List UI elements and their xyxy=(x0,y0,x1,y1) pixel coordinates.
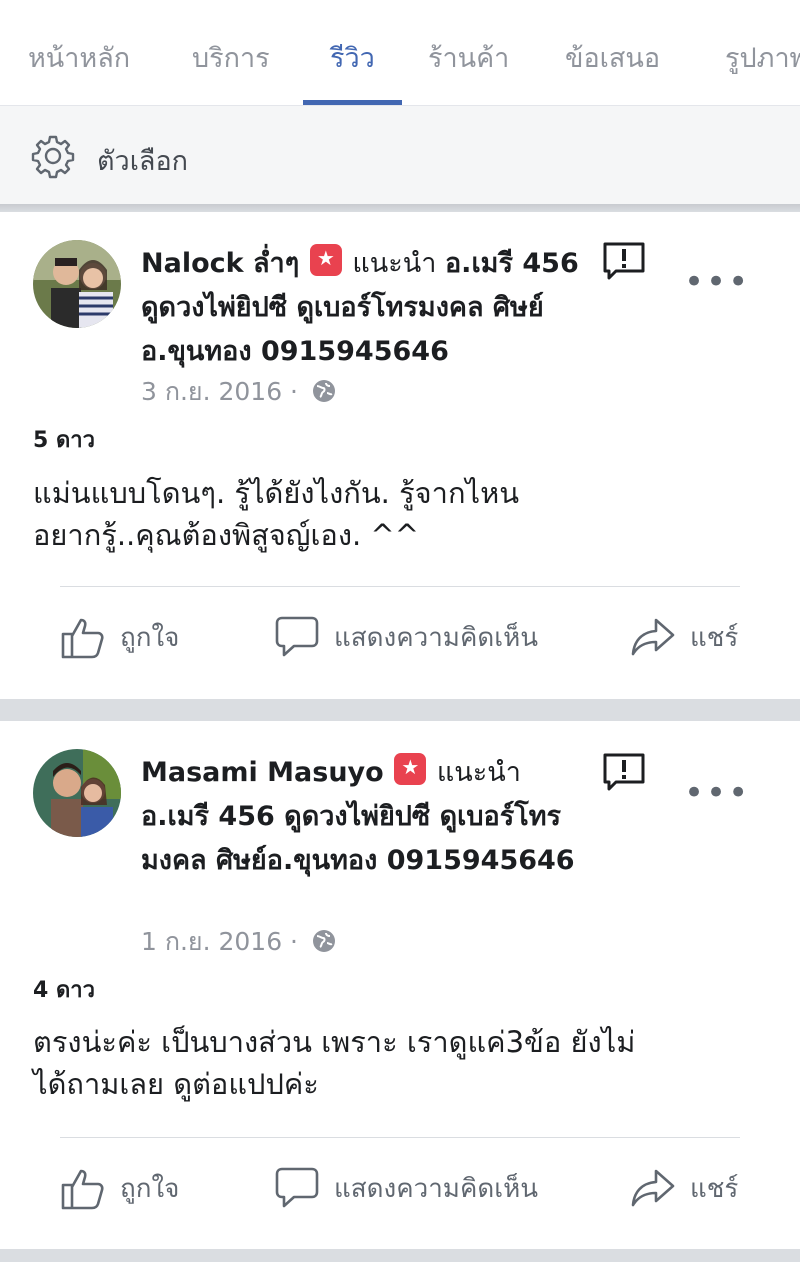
report-icon[interactable] xyxy=(602,241,646,281)
share-label: แชร์ xyxy=(690,622,739,653)
like-label: ถูกใจ xyxy=(120,1173,180,1204)
author-name[interactable]: Nalock ล่ำๆ xyxy=(141,248,299,279)
post-meta: 3 ก.ย. 2016 · xyxy=(141,372,336,412)
comment-button[interactable]: แสดงความคิดเห็น xyxy=(274,1163,538,1213)
review-text: ตรงน่ะค่ะ เป็นบางส่วน เพราะ เราดูแค่3ข้อ… xyxy=(33,1021,773,1105)
avatar[interactable] xyxy=(33,240,121,328)
share-button[interactable]: แชร์ xyxy=(630,1163,738,1213)
tab-shop[interactable]: ร้านค้า xyxy=(428,36,509,79)
comment-icon xyxy=(275,616,319,657)
review-text: แม่นแบบโดนๆ. รู้ได้ยังไงกัน. รู้จากไหน อ… xyxy=(33,472,773,556)
like-label: ถูกใจ xyxy=(120,622,180,653)
review-text-line: ตรงน่ะค่ะ เป็นบางส่วน เพราะ เราดูแค่3ข้อ… xyxy=(33,1025,636,1059)
author-name[interactable]: Masami Masuyo xyxy=(141,757,384,788)
tab-bar: หน้าหลัก บริการ รีวิว ร้านค้า ข้อเสนอ รู… xyxy=(0,0,800,105)
tab-reviews[interactable]: รีวิว xyxy=(330,36,375,79)
globe-icon xyxy=(312,930,335,952)
post-date[interactable]: 1 ก.ย. 2016 · xyxy=(141,927,298,956)
review-post: Nalock ล่ำๆ แนะนำ อ.เมรี 456 ดูดวงไพ่ยิป… xyxy=(0,212,800,699)
divider xyxy=(60,1137,740,1138)
review-text-line: อยากรู้..คุณต้องพิสูจญ์เอง. ^^ xyxy=(33,518,420,552)
globe-icon xyxy=(312,380,335,402)
post-date[interactable]: 3 ก.ย. 2016 · xyxy=(141,377,298,406)
share-icon xyxy=(631,618,675,656)
tab-home[interactable]: หน้าหลัก xyxy=(28,36,130,79)
divider xyxy=(60,586,740,587)
avatar[interactable] xyxy=(33,749,121,837)
tab-services[interactable]: บริการ xyxy=(192,36,270,79)
tab-photos[interactable]: รูปภาพ xyxy=(725,36,800,79)
post-header: Nalock ล่ำๆ แนะนำ อ.เมรี 456 ดูดวงไพ่ยิป… xyxy=(141,242,601,374)
recommends-label: แนะนำ xyxy=(352,248,437,279)
comment-button[interactable]: แสดงความคิดเห็น xyxy=(274,612,538,662)
comment-icon xyxy=(275,1167,319,1208)
like-button[interactable]: ถูกใจ xyxy=(60,612,179,662)
share-icon xyxy=(631,1169,675,1207)
review-text-line: แม่นแบบโดนๆ. รู้ได้ยังไงกัน. รู้จากไหน xyxy=(33,476,520,510)
recommend-star-icon xyxy=(394,753,427,785)
report-icon[interactable] xyxy=(602,752,646,792)
like-button[interactable]: ถูกใจ xyxy=(60,1163,179,1213)
tab-offers[interactable]: ข้อเสนอ xyxy=(565,36,660,79)
more-options-icon[interactable]: ••• xyxy=(684,776,748,810)
star-rating: 4 ดาว xyxy=(33,978,95,1003)
star-rating: 5 ดาว xyxy=(33,428,95,453)
thumbs-up-icon xyxy=(61,618,104,659)
post-meta: 1 ก.ย. 2016 · xyxy=(141,922,336,962)
share-label: แชร์ xyxy=(690,1173,739,1204)
comment-label: แสดงความคิดเห็น xyxy=(334,622,539,653)
post-header: Masami Masuyo แนะนำ อ.เมรี 456 ดูดวงไพ่ย… xyxy=(141,751,591,883)
recommends-label: แนะนำ xyxy=(436,757,521,788)
gear-icon xyxy=(31,135,75,179)
more-options-icon[interactable]: ••• xyxy=(684,265,748,299)
section-divider xyxy=(0,204,800,212)
thumbs-up-icon xyxy=(61,1169,104,1210)
review-post: Masami Masuyo แนะนำ อ.เมรี 456 ดูดวงไพ่ย… xyxy=(0,721,800,1249)
options-label: ตัวเลือก xyxy=(97,146,189,177)
comment-label: แสดงความคิดเห็น xyxy=(334,1173,539,1204)
share-button[interactable]: แชร์ xyxy=(630,612,738,662)
options-bar[interactable]: ตัวเลือก xyxy=(0,105,800,204)
page-name-link[interactable]: อ.เมรี 456 ดูดวงไพ่ยิปซี ดูเบอร์โทรมงคล … xyxy=(141,801,575,876)
review-text-line: ได้ถามเลย ดูต่อแปปค่ะ xyxy=(33,1067,319,1101)
recommend-star-icon xyxy=(309,244,342,276)
